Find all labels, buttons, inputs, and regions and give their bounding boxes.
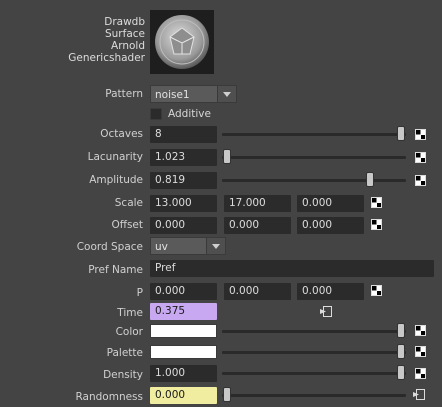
offset-y-field[interactable]: 0.000 (224, 217, 291, 234)
shader-title-line-2: Surface (104, 28, 145, 40)
density-field[interactable]: 1.000 (150, 365, 217, 382)
palette-slider-handle[interactable] (398, 345, 404, 358)
palette-label: Palette (106, 347, 143, 359)
amplitude-field[interactable]: 0.819 (150, 172, 217, 189)
scale-z-field[interactable]: 0.000 (297, 195, 364, 212)
octaves-map-icon[interactable] (415, 129, 426, 140)
pref-name-label: Pref Name (88, 264, 143, 276)
octaves-slider-handle[interactable] (398, 127, 404, 140)
shader-title-line-4: Genericshader (68, 52, 145, 64)
offset-map-icon[interactable] (371, 219, 382, 230)
time-label: Time (117, 307, 143, 319)
shader-swatch-preview[interactable] (150, 10, 214, 74)
palette-map-icon[interactable] (415, 346, 426, 357)
time-field[interactable]: 0.375 (150, 303, 217, 320)
palette-swatch[interactable] (150, 345, 217, 359)
density-slider-handle[interactable] (398, 366, 404, 379)
shader-title-line-1: Drawdb (104, 16, 145, 28)
coord-space-dropdown[interactable]: uv (150, 237, 226, 255)
additive-checkbox[interactable] (150, 108, 162, 120)
scale-label: Scale (114, 197, 143, 209)
randomness-label: Randomness (75, 391, 143, 403)
coord-space-label: Coord Space (76, 241, 143, 253)
additive-label: Additive (168, 108, 211, 120)
shader-sphere-icon (155, 15, 209, 69)
amplitude-slider-track[interactable] (222, 179, 406, 182)
scale-x-field[interactable]: 13.000 (150, 195, 217, 212)
offset-x-field[interactable]: 0.000 (150, 217, 217, 234)
p-label: P (136, 287, 143, 299)
octaves-label: Octaves (100, 128, 143, 140)
scale-y-field[interactable]: 17.000 (224, 195, 291, 212)
chevron-down-icon (217, 86, 236, 102)
lacunarity-slider-handle[interactable] (224, 150, 230, 163)
octaves-slider-track[interactable] (222, 133, 406, 136)
amplitude-slider-handle[interactable] (367, 173, 373, 186)
offset-label: Offset (111, 219, 143, 231)
randomness-connection-icon[interactable] (413, 389, 425, 400)
time-connection-icon[interactable] (320, 306, 332, 317)
randomness-slider-handle[interactable] (224, 388, 230, 401)
pattern-dropdown[interactable]: noise1 (150, 85, 237, 103)
lacunarity-label: Lacunarity (87, 151, 143, 163)
lacunarity-field[interactable]: 1.023 (150, 149, 217, 166)
shader-title: Drawdb Surface Arnold Genericshader (40, 16, 145, 64)
palette-slider-track[interactable] (222, 351, 406, 354)
amplitude-map-icon[interactable] (415, 175, 426, 186)
p-y-field[interactable]: 0.000 (224, 283, 291, 300)
amplitude-label: Amplitude (89, 174, 143, 186)
lacunarity-map-icon[interactable] (415, 152, 426, 163)
p-x-field[interactable]: 0.000 (150, 283, 217, 300)
density-slider-track[interactable] (222, 372, 406, 375)
coord-space-value: uv (155, 241, 168, 253)
pattern-value: noise1 (155, 89, 190, 101)
p-map-icon[interactable] (371, 285, 382, 296)
offset-z-field[interactable]: 0.000 (297, 217, 364, 234)
color-swatch[interactable] (150, 324, 217, 338)
density-map-icon[interactable] (415, 368, 426, 379)
color-label: Color (115, 326, 143, 338)
shader-title-line-3: Arnold (111, 40, 145, 52)
randomness-field[interactable]: 0.000 (150, 387, 217, 404)
density-label: Density (103, 369, 143, 381)
color-map-icon[interactable] (415, 325, 426, 336)
scale-map-icon[interactable] (371, 197, 382, 208)
chevron-down-icon (206, 238, 225, 254)
color-slider-handle[interactable] (398, 324, 404, 337)
pattern-label: Pattern (105, 88, 143, 100)
octaves-field[interactable]: 8 (150, 126, 217, 143)
randomness-slider-track[interactable] (222, 394, 406, 397)
pref-name-field[interactable]: Pref (150, 260, 434, 277)
p-z-field[interactable]: 0.000 (297, 283, 364, 300)
color-slider-track[interactable] (222, 330, 406, 333)
lacunarity-slider-track[interactable] (222, 156, 406, 159)
